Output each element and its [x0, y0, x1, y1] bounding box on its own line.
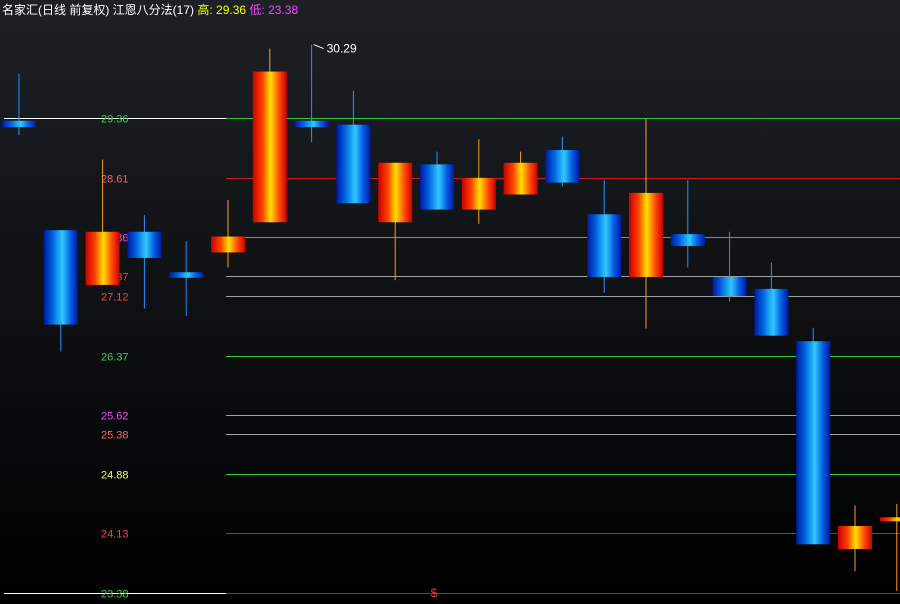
candle-body-12 — [503, 162, 538, 195]
candle-body-13 — [545, 150, 580, 183]
candle-body-19 — [796, 341, 831, 545]
candle-body-17 — [712, 276, 747, 297]
low-label: 低: — [249, 3, 265, 17]
candle-body-6 — [252, 71, 287, 223]
chart-header: 名家汇(日线 前复权) 江恩八分法(17) 高: 29.36 低: 23.38 — [2, 2, 298, 18]
level-label-5: 26.37 — [101, 352, 129, 364]
high-value: 29.36 — [216, 3, 247, 17]
candle-body-8 — [336, 124, 371, 204]
candle-body-15 — [629, 192, 663, 277]
candle-body-14 — [587, 214, 622, 277]
candle-body-3 — [127, 231, 162, 258]
low-value: 23.38 — [268, 3, 299, 17]
level-label-0: 29.36 — [101, 114, 129, 126]
high-label: 高: — [197, 3, 213, 17]
candle-body-9 — [378, 162, 413, 223]
candle-body-7 — [294, 120, 329, 128]
candle-body-10 — [420, 164, 454, 210]
candle-body-1 — [43, 230, 78, 325]
level-label-7: 25.38 — [101, 430, 129, 442]
annotation-label-0: 30.29 — [327, 42, 357, 56]
candle-body-21 — [879, 517, 900, 522]
candle-body-20 — [838, 526, 872, 550]
level-label-8: 24.88 — [101, 470, 129, 482]
level-label-6: 25.62 — [101, 411, 129, 423]
candle-body-2 — [85, 231, 120, 285]
candle-19 — [796, 327, 831, 545]
level-label-10: 23.38 — [101, 589, 129, 600]
level-label-9: 24.13 — [101, 529, 129, 541]
level-label-1: 28.61 — [101, 174, 129, 186]
level-label-4: 27.12 — [101, 292, 129, 304]
candle-body-4 — [169, 272, 204, 278]
candle-body-16 — [670, 234, 705, 247]
candle-body-11 — [461, 177, 496, 210]
kline-chart[interactable]: 29.3628.6127.8627.3727.1226.3725.6225.38… — [0, 0, 900, 601]
kline-chart-svg[interactable]: 29.3628.6127.8627.3727.1226.3725.6225.38… — [0, 0, 900, 601]
candle-body-5 — [211, 236, 245, 253]
candle-6 — [252, 48, 287, 223]
chart-title: 名家汇(日线 前复权) 江恩八分法(17) — [2, 3, 195, 17]
candle-body-18 — [754, 288, 789, 336]
bottom-marker: $ — [431, 586, 438, 599]
candle-body-0 — [2, 120, 36, 128]
